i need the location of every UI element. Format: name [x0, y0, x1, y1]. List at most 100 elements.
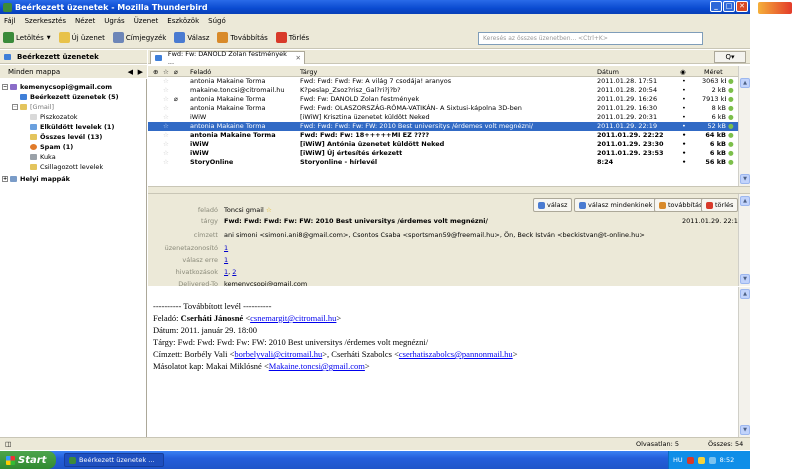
menu-go[interactable]: Ugrás: [104, 17, 124, 25]
menu-help[interactable]: Súgó: [208, 17, 226, 25]
address-book-button[interactable]: Címjegyzék: [112, 32, 166, 43]
folder-spam[interactable]: Spam (1): [30, 142, 73, 151]
close-button[interactable]: ✕: [736, 1, 748, 12]
body-cc-link[interactable]: Makaine.toncsi@gmail.com: [269, 361, 365, 371]
header-from[interactable]: Toncsi gmail ☆: [224, 206, 272, 214]
mail-icon: [155, 55, 162, 61]
folder-sent[interactable]: Elküldött levelek (1): [30, 122, 114, 131]
body-from-link[interactable]: csnemargit@citromail.hu: [250, 313, 336, 323]
pane-splitter[interactable]: [148, 186, 750, 194]
folder-starred[interactable]: Csillagozott levelek: [30, 162, 103, 171]
reply-icon: [538, 201, 545, 209]
folder-drafts[interactable]: Piszkozatok: [30, 112, 78, 121]
col-from[interactable]: Feladó: [190, 68, 211, 76]
delete-button[interactable]: Törlés: [275, 32, 309, 43]
tab-close-icon[interactable]: ✕: [296, 54, 301, 62]
col-size[interactable]: Méret: [704, 68, 723, 76]
system-tray: HU 8:52: [668, 451, 750, 469]
table-row[interactable]: ☆ iWiW [iWiW] Krisztina üzenetet küldött…: [148, 113, 738, 122]
folder-account[interactable]: − kemenycsopi@gmail.com: [2, 82, 112, 91]
header-ref-link-1[interactable]: 1: [224, 268, 228, 276]
next-arrow-icon[interactable]: ▶: [138, 68, 143, 76]
forward-button[interactable]: Továbbítás: [217, 32, 268, 43]
folder-inbox[interactable]: Beérkezett üzenetek (5): [20, 92, 119, 101]
tray-icon[interactable]: [697, 456, 705, 464]
tray-icon[interactable]: [686, 456, 694, 464]
inbox-icon: [4, 53, 11, 60]
inbox-icon: [20, 93, 27, 100]
pencil-icon: [58, 32, 70, 43]
reply-icon: [174, 32, 186, 43]
table-row[interactable]: ☆ iWiW [iWiW] Új értesítés érkezett 2011…: [148, 149, 738, 158]
header-subject: Fwd: Fwd: Fwd: Fw: FW: 2010 Best univers…: [224, 217, 488, 225]
folder-local[interactable]: + Helyi mappák: [2, 174, 70, 183]
col-subject[interactable]: Tárgy: [300, 68, 317, 76]
get-mail-button[interactable]: Letöltés ▼: [3, 32, 51, 43]
header-delete-button[interactable]: törlés: [701, 198, 739, 212]
tab-message[interactable]: Fwd: Fw: DANOLD Zolan festmények ... ✕: [150, 50, 305, 66]
header-forward-button[interactable]: továbbítás: [654, 198, 708, 212]
reply-all-icon: [579, 201, 586, 209]
write-button[interactable]: Új üzenet: [58, 32, 105, 43]
thunderbird-icon: [69, 456, 76, 464]
menu-message[interactable]: Üzenet: [134, 17, 159, 25]
col-date[interactable]: Dátum: [597, 68, 619, 76]
status-icon: ◫: [5, 440, 12, 448]
forward-icon: [217, 32, 229, 43]
table-row[interactable]: ☆ StoryOnline Storyonline - hírlevél 8:2…: [148, 158, 738, 167]
header-reply-button[interactable]: válasz: [533, 198, 573, 212]
menu-tools[interactable]: Eszközök: [167, 17, 199, 25]
sent-icon: [30, 123, 37, 130]
thread-scrollbar[interactable]: ▲ ▼: [738, 66, 750, 186]
table-row[interactable]: ☆ ⌀ antonia Makaine Torma Fwd: Fw: DANOL…: [148, 95, 738, 104]
folder-icon: [30, 163, 37, 170]
folder-all[interactable]: Összes levél (13): [30, 132, 102, 141]
body-to-link-2[interactable]: cserhatiszabolcs@pannonmail.hu: [399, 349, 513, 359]
menu-file[interactable]: Fájl: [4, 17, 16, 25]
table-row[interactable]: ☆ antonia Makaine Torma Fwd: Fwd: Fwd: F…: [148, 77, 738, 86]
title-bar: Beérkezett üzenetek - Mozilla Thunderbir…: [0, 0, 750, 14]
junk-col-icon[interactable]: ◉: [680, 68, 686, 76]
folder-pane-header: Beérkezett üzenetek: [0, 50, 147, 64]
table-row-selected[interactable]: ☆ antonia Makaine Torma Fwd: Fwd: Fwd: F…: [148, 122, 738, 131]
table-row[interactable]: ☆ antonia Makaine Torma Fwd: Fwd: OLASZO…: [148, 104, 738, 113]
table-row[interactable]: ☆ antonia Makaine Torma Fwd: Fwd: Fw: 18…: [148, 131, 738, 140]
folder-view-selector[interactable]: Minden mappa ◀ ▶: [0, 65, 147, 78]
star-col-icon[interactable]: ☆: [163, 68, 169, 76]
delete-x-icon: [275, 32, 287, 43]
tray-icon[interactable]: [708, 456, 716, 464]
folder-gmail[interactable]: − [Gmail]: [12, 102, 54, 111]
window-title: Beérkezett üzenetek - Mozilla Thunderbir…: [15, 2, 208, 12]
header-reply-all-button[interactable]: válasz mindenkinek▼: [574, 198, 665, 212]
tab-list-button[interactable]: Q▾: [714, 51, 746, 63]
header-msgid-link[interactable]: 1: [224, 244, 228, 252]
menu-edit[interactable]: Szerkesztés: [25, 17, 66, 25]
minimize-button[interactable]: _: [710, 1, 722, 12]
header-inreply-link[interactable]: 1: [224, 256, 228, 264]
delete-x-icon: [706, 201, 713, 209]
thunderbird-icon: [3, 2, 12, 12]
search-input[interactable]: Keresés az összes üzenetben... <Ctrl+K>: [478, 32, 703, 45]
unread-count: Olvasatlan: 5: [636, 440, 679, 448]
start-button[interactable]: Start: [0, 451, 56, 469]
thread-list: ☆ antonia Makaine Torma Fwd: Fwd: Fwd: F…: [148, 77, 738, 185]
header-ref-link-2[interactable]: 2: [232, 268, 236, 276]
taskbar-item-thunderbird[interactable]: Beérkezett üzenetek ...: [64, 453, 164, 467]
reply-button[interactable]: Válasz: [174, 32, 209, 43]
table-row[interactable]: ☆ iWiW [iWiW] Antónia üzenetet küldött N…: [148, 140, 738, 149]
body-to-link-1[interactable]: borbelyvali@citromail.hu: [234, 349, 322, 359]
header-to[interactable]: ani simoni <simoni.ani8@gmail.com>, Cson…: [224, 231, 645, 239]
thread-icon[interactable]: ⊕: [153, 68, 158, 76]
body-scrollbar[interactable]: ▲ ▼: [738, 287, 750, 437]
attachment-col-icon[interactable]: ⌀: [174, 68, 178, 76]
maximize-button[interactable]: □: [723, 1, 735, 12]
folder-tree: − kemenycsopi@gmail.com Beérkezett üzene…: [0, 79, 147, 437]
header-scrollbar[interactable]: ▲ ▼: [738, 194, 750, 286]
menu-view[interactable]: Nézet: [75, 17, 95, 25]
language-indicator[interactable]: HU: [673, 456, 683, 464]
table-row[interactable]: ☆ makaine.toncsi@citromail.hu K?peslap_Z…: [148, 86, 738, 95]
prev-arrow-icon[interactable]: ◀: [128, 68, 133, 76]
spam-flame-icon: [30, 143, 37, 150]
menu-bar: Fájl Szerkesztés Nézet Ugrás Üzenet Eszk…: [0, 14, 750, 27]
folder-trash[interactable]: Kuka: [30, 152, 56, 161]
